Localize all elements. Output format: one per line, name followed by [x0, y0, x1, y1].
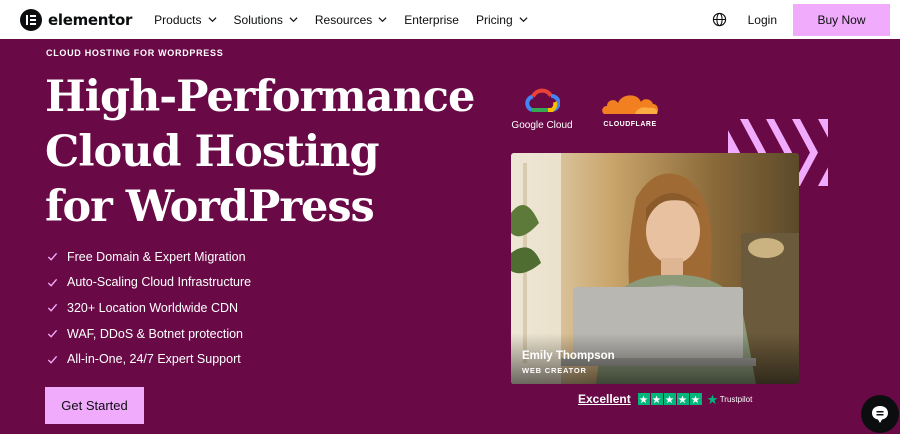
testimonial-name: Emily Thompson	[522, 350, 615, 362]
check-icon	[47, 355, 58, 364]
headline-line: Cloud Hosting	[45, 127, 380, 177]
menu-item-products[interactable]: Products	[154, 12, 217, 27]
hero-eyebrow: CLOUD HOSTING FOR WORDPRESS	[46, 48, 224, 58]
nav-actions: Login Buy Now	[712, 0, 890, 39]
elementor-logo[interactable]: elementor	[20, 8, 133, 31]
cloudflare-label: CLOUDFLARE	[603, 121, 657, 128]
trustpilot-brand: Trustpilot	[719, 394, 753, 404]
google-cloud-icon	[525, 88, 560, 112]
check-icon	[47, 329, 58, 338]
chevron-down-icon	[289, 17, 298, 23]
top-navigation: elementor Products Solutions Resources E…	[0, 0, 900, 39]
menu-item-label: Solutions	[233, 12, 283, 27]
cloudflare-logo: CLOUDFLARE	[598, 88, 662, 128]
feature-item: WAF, DDoS & Botnet protection	[47, 321, 251, 347]
testimonial-photo-card: Emily Thompson WEB CREATOR	[511, 153, 799, 384]
google-cloud-label: Google Cloud	[511, 120, 573, 131]
menu-item-solutions[interactable]: Solutions	[234, 13, 298, 27]
main-menu: Products Solutions Resources Enterprise …	[154, 13, 544, 27]
brand-name: elementor	[48, 10, 133, 29]
google-cloud-logo: Google Cloud	[508, 88, 576, 131]
check-icon	[47, 253, 58, 262]
feature-item: 320+ Location Worldwide CDN	[47, 295, 251, 321]
feature-item: All-in-One, 24/7 Expert Support	[47, 346, 251, 372]
star-icon	[689, 393, 702, 405]
chat-button[interactable]	[861, 395, 899, 433]
feature-text: Auto-Scaling Cloud Infrastructure	[67, 275, 252, 290]
menu-item-pricing[interactable]: Pricing	[476, 13, 528, 27]
menu-item-label: Enterprise	[404, 12, 459, 27]
buy-now-button[interactable]: Buy Now	[793, 3, 890, 36]
chat-icon	[872, 406, 888, 423]
chevron-down-icon	[519, 17, 528, 23]
trustpilot-rating[interactable]: Excellent Trustpilot	[578, 392, 752, 406]
chevron-down-icon	[378, 17, 387, 23]
star-rating	[637, 393, 703, 405]
elementor-logo-icon	[20, 8, 42, 31]
feature-text: Free Domain & Expert Migration	[67, 249, 246, 264]
check-icon	[47, 278, 58, 287]
get-started-button[interactable]: Get Started	[45, 387, 144, 424]
feature-item: Auto-Scaling Cloud Infrastructure	[47, 270, 251, 296]
menu-item-resources[interactable]: Resources	[315, 13, 387, 27]
login-link[interactable]: Login	[748, 13, 777, 27]
menu-item-label: Resources	[314, 12, 373, 27]
star-icon	[650, 393, 663, 405]
star-icon	[676, 393, 689, 405]
trustpilot-star-icon	[707, 394, 718, 404]
feature-text: All-in-One, 24/7 Expert Support	[67, 352, 241, 367]
feature-text: 320+ Location Worldwide CDN	[67, 300, 239, 315]
headline-line: High-Performance	[45, 72, 475, 122]
globe-icon[interactable]	[712, 12, 727, 27]
menu-item-label: Pricing	[475, 12, 513, 27]
testimonial-role: WEB CREATOR	[522, 366, 587, 375]
star-icon	[637, 393, 650, 405]
chevron-down-icon	[208, 17, 217, 23]
feature-item: Free Domain & Expert Migration	[47, 244, 251, 270]
star-icon	[663, 393, 676, 405]
headline-line: for WordPress	[45, 182, 375, 232]
menu-item-label: Products	[154, 12, 202, 27]
hero-headline: High-Performance Cloud Hosting for WordP…	[45, 70, 475, 235]
rating-label: Excellent	[578, 392, 631, 406]
cloudflare-icon	[602, 95, 659, 114]
feature-list: Free Domain & Expert Migration Auto-Scal…	[47, 244, 251, 372]
feature-text: WAF, DDoS & Botnet protection	[67, 326, 244, 341]
menu-item-enterprise[interactable]: Enterprise	[404, 13, 459, 27]
check-icon	[47, 304, 58, 313]
